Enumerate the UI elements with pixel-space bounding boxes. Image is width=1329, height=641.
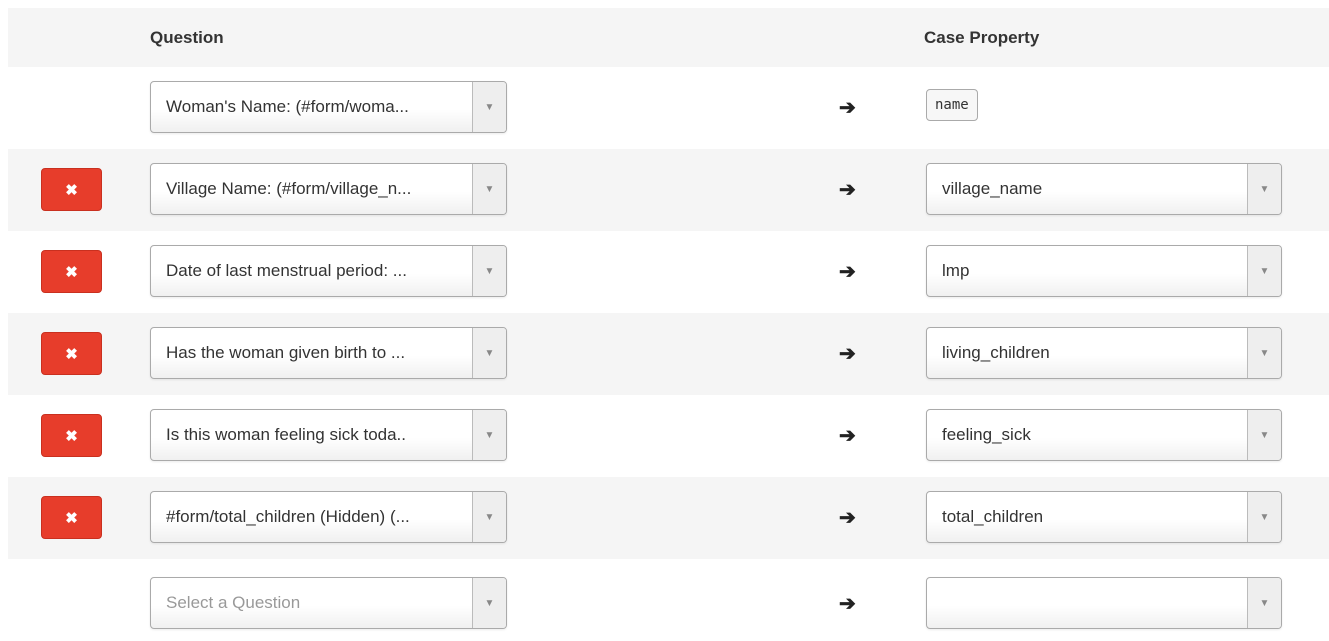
table-row: ✖ Is this woman feeling sick toda.. ▼ ➔ … xyxy=(8,395,1329,477)
question-select[interactable]: Select a Question ▼ xyxy=(150,577,507,629)
chevron-down-icon[interactable]: ▼ xyxy=(472,164,506,214)
question-select[interactable]: Village Name: (#form/village_n... ▼ xyxy=(150,163,507,215)
question-select-value: Date of last menstrual period: ... xyxy=(166,261,407,280)
table-row: ✖ Has the woman given birth to ... ▼ ➔ l… xyxy=(8,313,1329,395)
chevron-down-icon[interactable]: ▼ xyxy=(472,578,506,628)
question-column-header: Question xyxy=(150,28,224,47)
chevron-down-icon[interactable]: ▼ xyxy=(1247,164,1281,214)
question-select[interactable]: Has the woman given birth to ... ▼ xyxy=(150,327,507,379)
case-property-value: lmp xyxy=(942,261,970,280)
case-property-select[interactable]: village_name ▼ xyxy=(926,163,1282,215)
close-icon: ✖ xyxy=(65,345,78,363)
close-icon: ✖ xyxy=(65,181,78,199)
question-select[interactable]: Date of last menstrual period: ... ▼ xyxy=(150,245,507,297)
chevron-down-icon[interactable]: ▼ xyxy=(1247,246,1281,296)
table-row: ✖ Date of last menstrual period: ... ▼ ➔… xyxy=(8,231,1329,313)
close-icon: ✖ xyxy=(65,509,78,527)
case-property-value: living_children xyxy=(942,343,1050,362)
close-icon: ✖ xyxy=(65,427,78,445)
question-select[interactable]: Woman's Name: (#form/woma... ▼ xyxy=(150,81,507,133)
case-property-value: feeling_sick xyxy=(942,425,1031,444)
question-select-value: Village Name: (#form/village_n... xyxy=(166,179,412,198)
chevron-down-icon[interactable]: ▼ xyxy=(472,246,506,296)
arrow-right-icon: ➔ xyxy=(839,343,856,365)
case-property-select[interactable]: ▼ xyxy=(926,577,1282,629)
table-row: ✖ #form/total_children (Hidden) (... ▼ ➔… xyxy=(8,477,1329,559)
chevron-down-icon[interactable]: ▼ xyxy=(1247,578,1281,628)
chevron-down-icon[interactable]: ▼ xyxy=(472,410,506,460)
case-property-value xyxy=(942,578,1236,628)
arrow-right-icon: ➔ xyxy=(839,97,856,119)
table-header: Question Case Property xyxy=(8,8,1329,67)
close-icon: ✖ xyxy=(65,263,78,281)
delete-row-button[interactable]: ✖ xyxy=(41,496,102,539)
chevron-down-icon[interactable]: ▼ xyxy=(1247,410,1281,460)
case-property-fixed: name xyxy=(926,89,978,121)
delete-row-button[interactable]: ✖ xyxy=(41,168,102,211)
case-property-select[interactable]: total_children ▼ xyxy=(926,491,1282,543)
case-property-select[interactable]: living_children ▼ xyxy=(926,327,1282,379)
case-property-value: village_name xyxy=(942,179,1043,198)
table-row: Woman's Name: (#form/woma... ▼ ➔ name xyxy=(8,67,1329,149)
arrow-right-icon: ➔ xyxy=(839,507,856,529)
case-property-column-header: Case Property xyxy=(924,28,1040,47)
table-row: ✖ Village Name: (#form/village_n... ▼ ➔ … xyxy=(8,149,1329,231)
chevron-down-icon[interactable]: ▼ xyxy=(472,328,506,378)
table-row-new: Select a Question ▼ ➔ ▼ xyxy=(8,559,1329,641)
case-property-select[interactable]: lmp ▼ xyxy=(926,245,1282,297)
question-select-value: Has the woman given birth to ... xyxy=(166,343,406,362)
delete-row-button[interactable]: ✖ xyxy=(41,414,102,457)
chevron-down-icon[interactable]: ▼ xyxy=(472,82,506,132)
arrow-right-icon: ➔ xyxy=(839,425,856,447)
chevron-down-icon[interactable]: ▼ xyxy=(1247,492,1281,542)
delete-row-button[interactable]: ✖ xyxy=(41,332,102,375)
delete-row-button[interactable]: ✖ xyxy=(41,250,102,293)
question-select[interactable]: Is this woman feeling sick toda.. ▼ xyxy=(150,409,507,461)
question-select-value: Is this woman feeling sick toda.. xyxy=(166,425,407,444)
arrow-right-icon: ➔ xyxy=(839,179,856,201)
arrow-right-icon: ➔ xyxy=(839,593,856,615)
chevron-down-icon[interactable]: ▼ xyxy=(472,492,506,542)
case-property-value: total_children xyxy=(942,507,1044,526)
chevron-down-icon[interactable]: ▼ xyxy=(1247,328,1281,378)
question-select[interactable]: #form/total_children (Hidden) (... ▼ xyxy=(150,491,507,543)
arrow-right-icon: ➔ xyxy=(839,261,856,283)
question-select-placeholder: Select a Question xyxy=(166,593,301,612)
question-select-value: #form/total_children (Hidden) (... xyxy=(166,507,410,526)
question-select-value: Woman's Name: (#form/woma... xyxy=(166,97,409,116)
case-property-select[interactable]: feeling_sick ▼ xyxy=(926,409,1282,461)
